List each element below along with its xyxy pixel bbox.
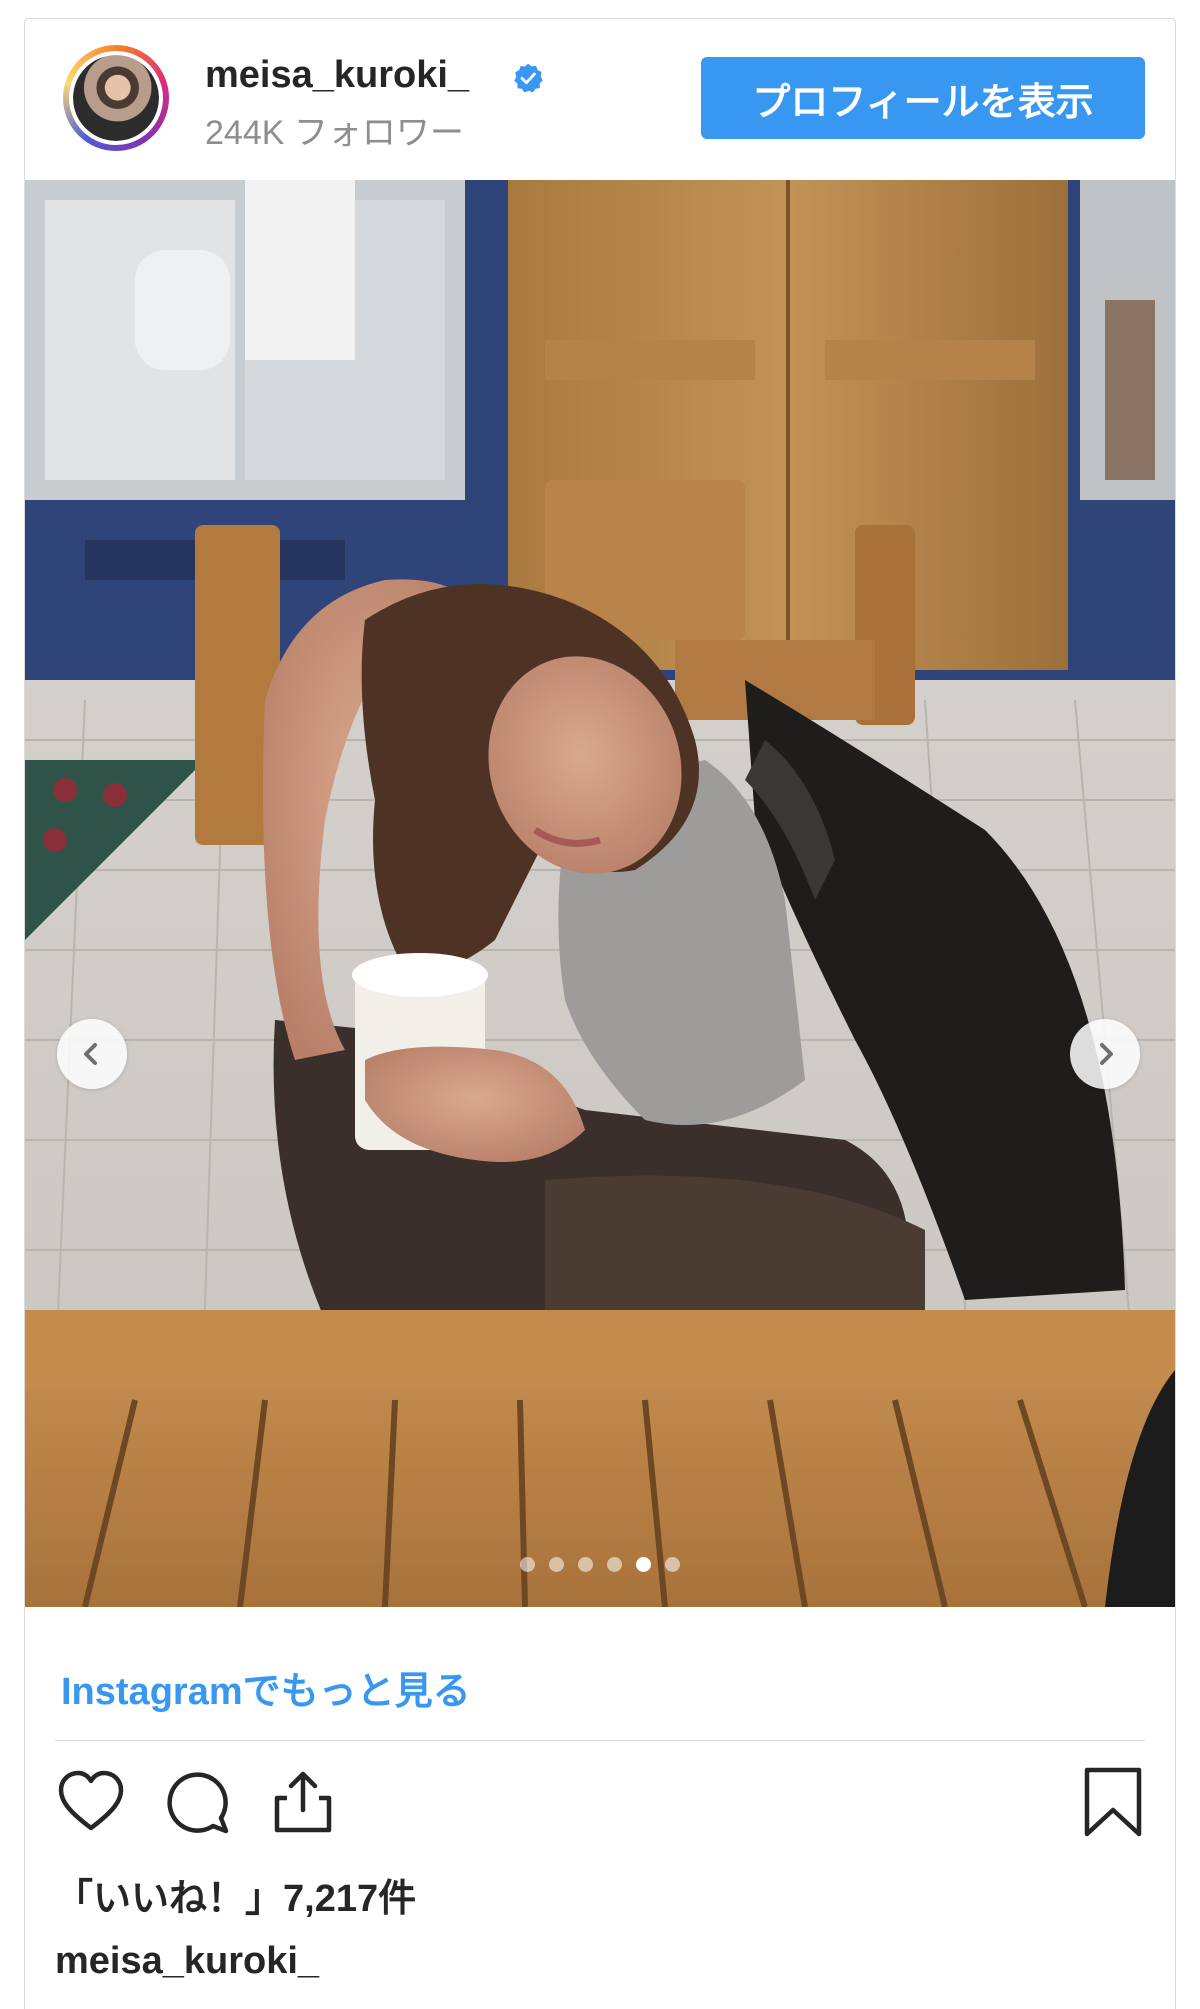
carousel-dot [549, 1557, 564, 1572]
share-icon[interactable] [265, 1764, 341, 1840]
verified-badge-icon [514, 63, 543, 93]
chevron-right-icon [1100, 1043, 1113, 1065]
post-header: meisa_kuroki_ 244K フォロワー プロフィールを表示 [25, 19, 1175, 179]
previous-slide-button[interactable] [57, 1019, 127, 1089]
carousel-dot [636, 1557, 651, 1572]
post-photo[interactable] [25, 180, 1175, 1607]
like-count[interactable]: 「いいね！」7,217件 [55, 1867, 416, 1922]
follower-count: 244K フォロワー [205, 114, 464, 152]
view-profile-button[interactable]: プロフィールを表示 [701, 57, 1145, 139]
carousel-dot [665, 1557, 680, 1572]
carousel-indicator [25, 1557, 1175, 1572]
instagram-embed-card: meisa_kuroki_ 244K フォロワー プロフィールを表示 Insta… [24, 18, 1176, 2009]
caption-username[interactable]: meisa_kuroki_ [55, 1940, 319, 1983]
carousel-dot [607, 1557, 622, 1572]
action-bar [25, 1764, 1175, 1844]
carousel-dot [578, 1557, 593, 1572]
post-image [25, 180, 1175, 1607]
avatar[interactable] [63, 45, 169, 151]
divider [55, 1740, 1145, 1741]
heart-icon[interactable] [53, 1764, 129, 1840]
username[interactable]: meisa_kuroki_ [205, 54, 469, 97]
carousel-dot [520, 1557, 535, 1572]
chevron-left-icon [84, 1043, 97, 1065]
bookmark-icon[interactable] [1075, 1764, 1151, 1840]
view-more-on-instagram-link[interactable]: Instagramでもっと見る [61, 1660, 471, 1715]
comment-icon[interactable] [159, 1764, 235, 1840]
next-slide-button[interactable] [1070, 1019, 1140, 1089]
